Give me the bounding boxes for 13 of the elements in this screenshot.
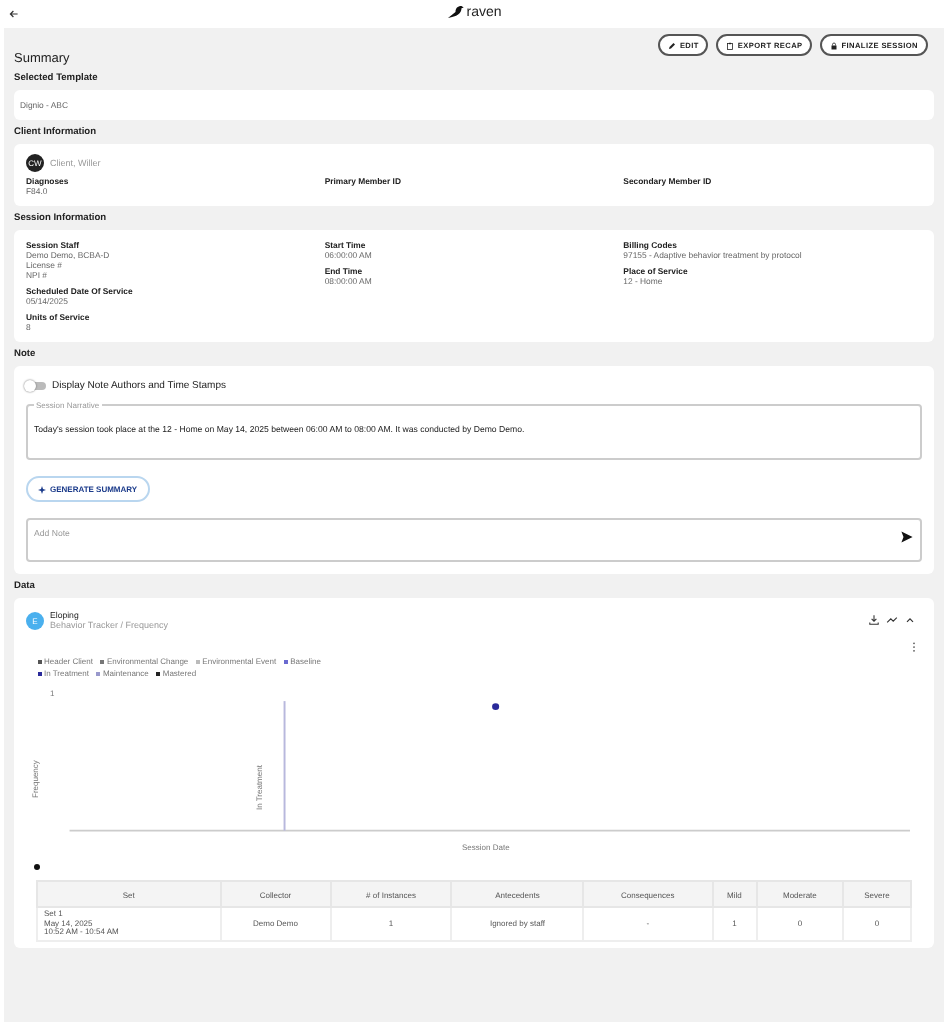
chevron-up-icon[interactable] (904, 614, 916, 626)
bird-logo-icon (446, 4, 465, 20)
download-icon[interactable] (868, 614, 880, 626)
dot-icon (34, 863, 40, 869)
send-icon[interactable] (900, 530, 914, 544)
toggle-switch[interactable] (26, 382, 46, 390)
back-arrow-icon[interactable] (8, 8, 20, 20)
lock-icon (830, 41, 839, 49)
clipboard-icon (726, 41, 735, 49)
pencil-icon (668, 41, 677, 49)
trend-line-icon[interactable] (886, 614, 898, 626)
data-point (492, 703, 500, 710)
phase-line (283, 700, 286, 832)
